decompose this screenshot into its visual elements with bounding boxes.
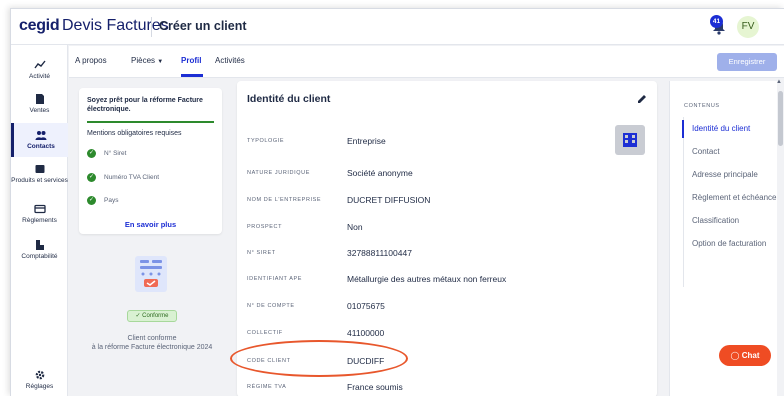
chat-button[interactable]: ◯ Chat	[719, 345, 771, 366]
document-icon	[35, 94, 44, 104]
header-divider	[151, 17, 152, 37]
compliance-item: ✓ Pays	[87, 196, 118, 205]
field-label-collectif: Collectif	[247, 330, 283, 336]
chart-icon	[33, 60, 46, 69]
sidebar-item-ventes[interactable]: Ventes	[11, 93, 68, 114]
check-icon: ✓	[87, 149, 96, 158]
sidebar-item-activite[interactable]: Activité	[11, 59, 68, 80]
sidebar: Activité Ventes Contacts Produits et ser…	[11, 45, 68, 396]
compliance-subtitle: Mentions obligatoires requises	[87, 130, 182, 137]
sidebar-item-label: Produits et services	[11, 177, 68, 184]
conforme-label: Conforme	[142, 313, 169, 319]
field-value-nature-juridique: Société anonyme	[347, 168, 413, 178]
scrollbar-thumb[interactable]	[778, 91, 783, 146]
sidebar-item-label: Contacts	[27, 143, 55, 150]
tab-label: Pièces	[131, 56, 156, 65]
field-label-regime-tva: Régime TVA	[247, 384, 287, 390]
field-label-prospect: Prospect	[247, 224, 283, 230]
field-value-typologie: Entreprise	[347, 136, 386, 146]
check-icon: ✓	[87, 196, 96, 205]
field-label-nature-juridique: Nature juridique	[247, 170, 310, 176]
gear-icon	[35, 370, 44, 380]
sidebar-item-contacts[interactable]: Contacts	[11, 123, 68, 157]
field-value-siret: 32788811100447	[347, 248, 412, 258]
chevron-up-icon[interactable]: ▲	[776, 79, 782, 85]
app-window: cegid Devis Factures Créer un client 41 …	[10, 8, 784, 396]
contents-rail	[683, 117, 684, 287]
sidebar-item-label: Comptabilité	[21, 253, 58, 260]
sidebar-item-reglements[interactable]: Règlements	[11, 203, 68, 224]
compliance-item-label: Numéro TVA Client	[104, 174, 160, 182]
avatar[interactable]: FV	[737, 16, 759, 38]
sidebar-item-label: Ventes	[29, 107, 50, 114]
save-button[interactable]: Enregistrer	[717, 53, 777, 71]
sidebar-item-reglages[interactable]: Réglages	[11, 369, 68, 390]
tab-activites[interactable]: Activités	[215, 56, 245, 65]
pencil-icon[interactable]	[637, 94, 647, 104]
toc-item-contact[interactable]: Contact	[692, 147, 720, 156]
tab-pieces[interactable]: Pièces ▼	[131, 56, 163, 65]
compliance-item-label: Pays	[104, 197, 119, 205]
building-icon	[623, 133, 637, 147]
contents-heading: CONTENUS	[684, 103, 720, 109]
company-type-badge	[615, 125, 645, 155]
field-value-prospect: Non	[347, 222, 363, 232]
invoice-illustration-icon	[135, 256, 167, 292]
brand-logo[interactable]: cegid	[19, 17, 60, 35]
highlight-oval	[230, 340, 408, 377]
card-icon	[33, 204, 46, 214]
field-value-numero-compte: 01075675	[347, 301, 385, 311]
compliance-status-detail: à la réforme Facture électronique 2024	[91, 344, 213, 351]
ledger-icon	[35, 240, 44, 250]
field-label-typologie: Typologie	[247, 138, 285, 144]
field-value-regime-tva: France soumis	[347, 382, 403, 392]
field-value-nom-entreprise: DUCRET DIFFUSION	[347, 195, 431, 205]
section-title: Identité du client	[247, 93, 331, 105]
toc-item-reglement[interactable]: Règlement et échéance	[692, 193, 777, 202]
active-tab-indicator	[181, 74, 203, 77]
field-value-collectif: 41100000	[347, 328, 385, 338]
profile-tabs: A propos Pièces ▼ Profil Activités Enreg…	[69, 46, 784, 78]
field-label-nom-entreprise: Nom de l'entreprise	[247, 197, 322, 203]
box-icon	[35, 165, 44, 173]
conforme-badge: ✓ Conforme	[127, 310, 177, 322]
compliance-title: Soyez prêt pour la réforme Facture élect…	[87, 97, 203, 113]
top-bar: cegid Devis Factures Créer un client 41 …	[11, 9, 784, 45]
chat-bubble-icon: ◯	[730, 351, 740, 360]
toc-item-classification[interactable]: Classification	[692, 216, 739, 225]
field-label-ape: Identifiant APE	[247, 276, 303, 282]
app-title: Devis Factures	[62, 17, 169, 34]
notification-badge: 41	[710, 15, 723, 28]
compliance-item: ✓ N° Siret	[87, 149, 126, 158]
field-value-ape: Métallurgie des autres métaux non ferreu…	[347, 274, 507, 284]
toc-item-adresse[interactable]: Adresse principale	[692, 170, 758, 179]
field-label-siret: N° Siret	[247, 250, 276, 256]
field-label-numero-compte: N° de compte	[247, 303, 295, 309]
sidebar-item-label: Réglages	[25, 383, 54, 390]
einvoice-compliance-card: Soyez prêt pour la réforme Facture élect…	[79, 88, 222, 234]
tab-apropos[interactable]: A propos	[75, 56, 107, 65]
compliance-item: ✓ Numéro TVA Client	[87, 173, 159, 182]
sidebar-item-produits[interactable]: Produits et services	[11, 163, 68, 184]
caret-down-icon: ▼	[157, 59, 164, 65]
learn-more-link[interactable]: En savoir plus	[79, 220, 222, 229]
check-icon: ✓	[135, 313, 141, 319]
compliance-item-label: N° Siret	[104, 150, 127, 158]
users-icon	[35, 131, 47, 140]
sidebar-item-comptabilite[interactable]: Comptabilité	[11, 239, 68, 260]
chat-label: Chat	[741, 351, 760, 360]
sidebar-item-label: Activité	[29, 73, 50, 80]
check-icon: ✓	[87, 173, 96, 182]
sidebar-item-label: Règlements	[22, 217, 57, 224]
compliance-status: Client conforme	[127, 335, 177, 342]
compliance-progress-bar	[87, 121, 214, 123]
tab-profil[interactable]: Profil	[181, 56, 201, 65]
toc-item-identite[interactable]: Identité du client	[692, 124, 750, 133]
page-title: Créer un client	[159, 19, 247, 33]
contents-active-indicator	[682, 120, 684, 138]
toc-item-facturation[interactable]: Option de facturation	[692, 239, 766, 248]
